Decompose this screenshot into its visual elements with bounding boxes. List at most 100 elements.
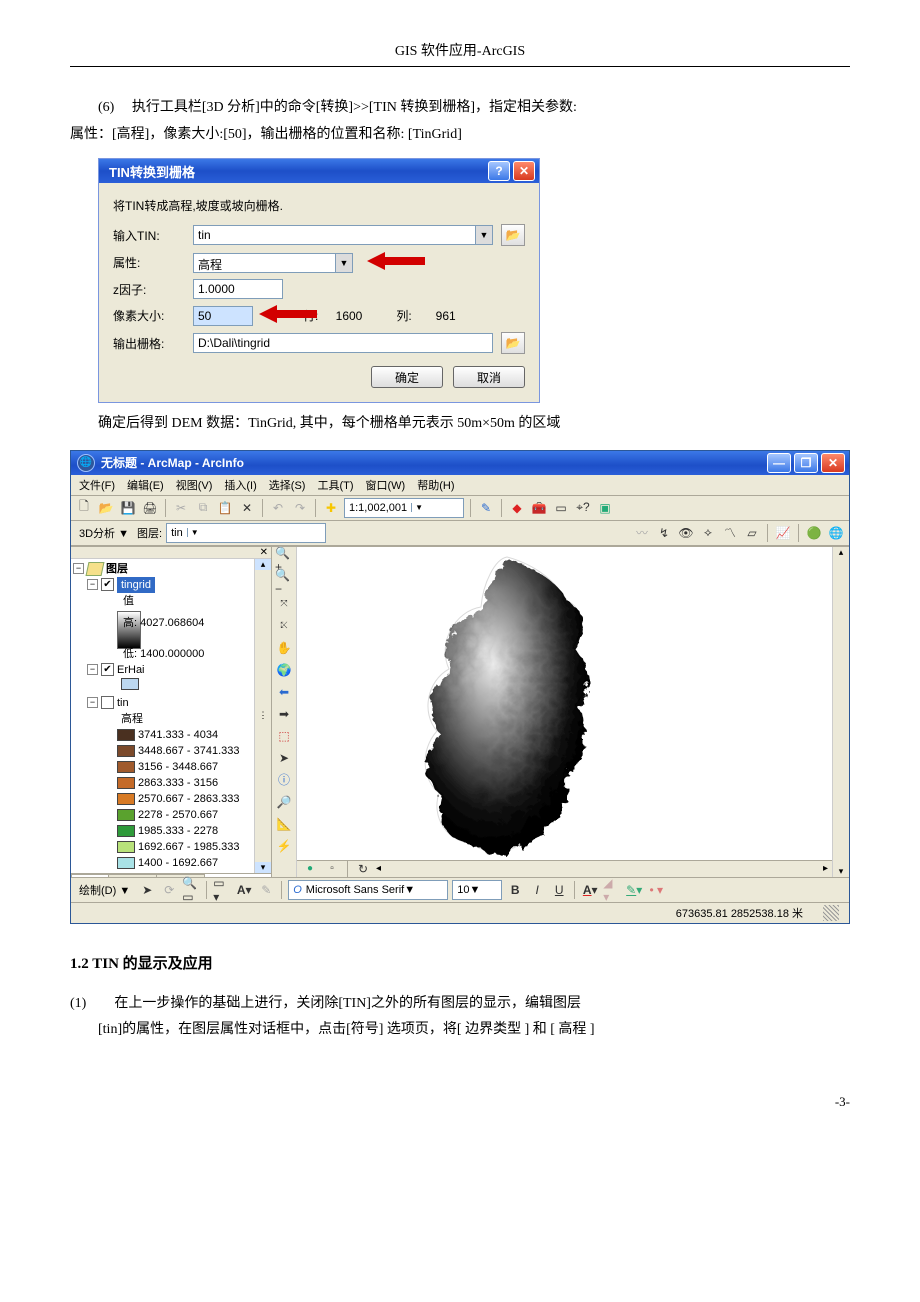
line-of-sight-icon[interactable]: 👁: [677, 524, 695, 542]
marker-color-icon[interactable]: • ▾: [647, 881, 665, 899]
ok-button[interactable]: 确定: [371, 366, 443, 388]
fill-color-icon[interactable]: ◢ ▾: [603, 881, 621, 899]
create-tin-icon[interactable]: 🟢: [805, 524, 823, 542]
text-tool-icon[interactable]: A ▾: [235, 881, 253, 899]
measure-icon[interactable]: 📐: [275, 815, 293, 833]
hyperlink-icon[interactable]: ⚡: [275, 837, 293, 855]
toc-root[interactable]: 图层: [106, 561, 128, 577]
print-icon[interactable]: 🖨: [141, 499, 159, 517]
dialog-titlebar[interactable]: TIN转换到栅格 ? ✕: [99, 159, 539, 183]
arccatalog-icon[interactable]: ◆: [508, 499, 526, 517]
zoom-to-selected-icon[interactable]: 🔍▭: [182, 881, 200, 899]
data-view-icon[interactable]: ●: [301, 860, 319, 878]
layer-dropdown-icon[interactable]: ▼: [187, 528, 202, 537]
draw-menu-button[interactable]: 绘制(D) ▼: [75, 882, 134, 898]
menu-tools[interactable]: 工具(T): [317, 477, 353, 493]
menu-help[interactable]: 帮助(H): [417, 477, 454, 493]
checkbox-tin[interactable]: [101, 696, 114, 709]
output-raster-field[interactable]: D:\Dali\tingrid: [193, 333, 493, 353]
menu-bar[interactable]: 文件(F) 编辑(E) 视图(V) 插入(I) 选择(S) 工具(T) 窗口(W…: [71, 475, 849, 496]
font-color-icon[interactable]: A ▾: [581, 881, 599, 899]
find-icon[interactable]: 🔎: [275, 793, 293, 811]
toc-tab-display[interactable]: 显示: [71, 874, 109, 877]
checkbox-tingrid[interactable]: ✔: [101, 578, 114, 591]
expand-icon[interactable]: −: [87, 697, 98, 708]
delete-icon[interactable]: ✕: [238, 499, 256, 517]
select-elements-icon[interactable]: ➤: [275, 749, 293, 767]
scale-field[interactable]: 1:1,002,001 ▼: [344, 498, 464, 518]
toc-tab-source[interactable]: 数据源: [108, 874, 157, 877]
font-dropdown-icon[interactable]: ▼: [404, 884, 415, 896]
app-close-button[interactable]: ✕: [821, 453, 845, 473]
toc-close-icon[interactable]: ✕: [260, 547, 268, 558]
command-line-icon[interactable]: ▭: [552, 499, 570, 517]
menu-window[interactable]: 窗口(W): [366, 477, 406, 493]
resize-grip-icon[interactable]: [823, 905, 839, 921]
h-scroll-right-icon[interactable]: ▸: [823, 863, 828, 874]
interpolate-point-icon[interactable]: ⟡: [699, 524, 717, 542]
toc-scrollbar[interactable]: ▴ ⋮ ▾: [254, 559, 271, 873]
pan-icon[interactable]: ✋: [275, 639, 293, 657]
model-builder-icon[interactable]: ▣: [596, 499, 614, 517]
arcmap-titlebar[interactable]: 🌐 无标题 - ArcMap - ArcInfo — ❐ ✕: [71, 451, 849, 475]
checkbox-erhai[interactable]: ✔: [101, 663, 114, 676]
copy-icon[interactable]: ⧉: [194, 499, 212, 517]
input-tin-field[interactable]: tin: [193, 225, 476, 245]
menu-insert[interactable]: 插入(I): [224, 477, 256, 493]
attr-dropdown-icon[interactable]: ▼: [336, 253, 353, 273]
fixed-zoom-out-icon[interactable]: ⤪: [275, 617, 293, 635]
rectangle-tool-icon[interactable]: ▭ ▾: [213, 881, 231, 899]
prev-extent-icon[interactable]: ⬅: [275, 683, 293, 701]
full-extent-icon[interactable]: 🌍: [275, 661, 293, 679]
next-extent-icon[interactable]: ➡: [275, 705, 293, 723]
whatsthis-icon[interactable]: ⌖?: [574, 499, 592, 517]
bold-icon[interactable]: B: [506, 881, 524, 899]
underline-icon[interactable]: U: [550, 881, 568, 899]
identify-icon[interactable]: ⓘ: [275, 771, 293, 789]
undo-icon[interactable]: ↶: [269, 499, 287, 517]
profile-graph-icon[interactable]: 📈: [774, 524, 792, 542]
cut-icon[interactable]: ✂: [172, 499, 190, 517]
expand-icon[interactable]: −: [87, 579, 98, 590]
steepest-path-icon[interactable]: ↯: [655, 524, 673, 542]
scale-dropdown-icon[interactable]: ▼: [411, 503, 426, 512]
arctoolbox-icon[interactable]: 🧰: [530, 499, 548, 517]
3d-analyst-button[interactable]: 3D分析 ▼: [75, 525, 133, 541]
refresh-icon[interactable]: ↻: [354, 860, 372, 878]
attr-field[interactable]: 高程: [193, 253, 336, 273]
layout-view-icon[interactable]: ▫: [323, 860, 341, 878]
paste-icon[interactable]: 📋: [216, 499, 234, 517]
browse-tin-icon[interactable]: 📂: [501, 224, 525, 246]
select-elements-icon[interactable]: ➤: [138, 881, 156, 899]
zoom-out-icon[interactable]: 🔍−: [275, 573, 293, 591]
fixed-zoom-in-icon[interactable]: ⤧: [275, 595, 293, 613]
input-tin-dropdown-icon[interactable]: ▼: [476, 225, 493, 245]
layer-tingrid[interactable]: tingrid: [117, 577, 155, 593]
map-canvas[interactable]: [297, 547, 832, 860]
interpolate-poly-icon[interactable]: ▱: [743, 524, 761, 542]
maximize-button[interactable]: ❐: [794, 453, 818, 473]
help-button[interactable]: ?: [488, 161, 510, 181]
zfactor-field[interactable]: 1.0000: [193, 279, 283, 299]
edit-vertices-icon[interactable]: ✎: [257, 881, 275, 899]
menu-edit[interactable]: 编辑(E): [127, 477, 164, 493]
layer-tin[interactable]: tin: [117, 695, 129, 711]
pixelsize-field[interactable]: 50: [193, 306, 253, 326]
font-family-field[interactable]: O Microsoft Sans Serif ▼: [288, 880, 448, 900]
arcscene-icon[interactable]: 🌐: [827, 524, 845, 542]
cancel-button[interactable]: 取消: [453, 366, 525, 388]
line-color-icon[interactable]: ✎ ▾: [625, 881, 643, 899]
add-data-icon[interactable]: ✚: [322, 499, 340, 517]
zoom-in-icon[interactable]: 🔍+: [275, 551, 293, 569]
open-icon[interactable]: 📂: [97, 499, 115, 517]
save-icon[interactable]: 💾: [119, 499, 137, 517]
h-scroll-left-icon[interactable]: ◂: [376, 863, 381, 874]
fontsize-dropdown-icon[interactable]: ▼: [469, 884, 480, 896]
select-features-icon[interactable]: ⬚: [275, 727, 293, 745]
redo-icon[interactable]: ↷: [291, 499, 309, 517]
menu-file[interactable]: 文件(F): [79, 477, 115, 493]
layer-erhai[interactable]: ErHai: [117, 662, 145, 678]
minimize-button[interactable]: —: [767, 453, 791, 473]
expand-icon[interactable]: −: [87, 664, 98, 675]
menu-view[interactable]: 视图(V): [176, 477, 213, 493]
